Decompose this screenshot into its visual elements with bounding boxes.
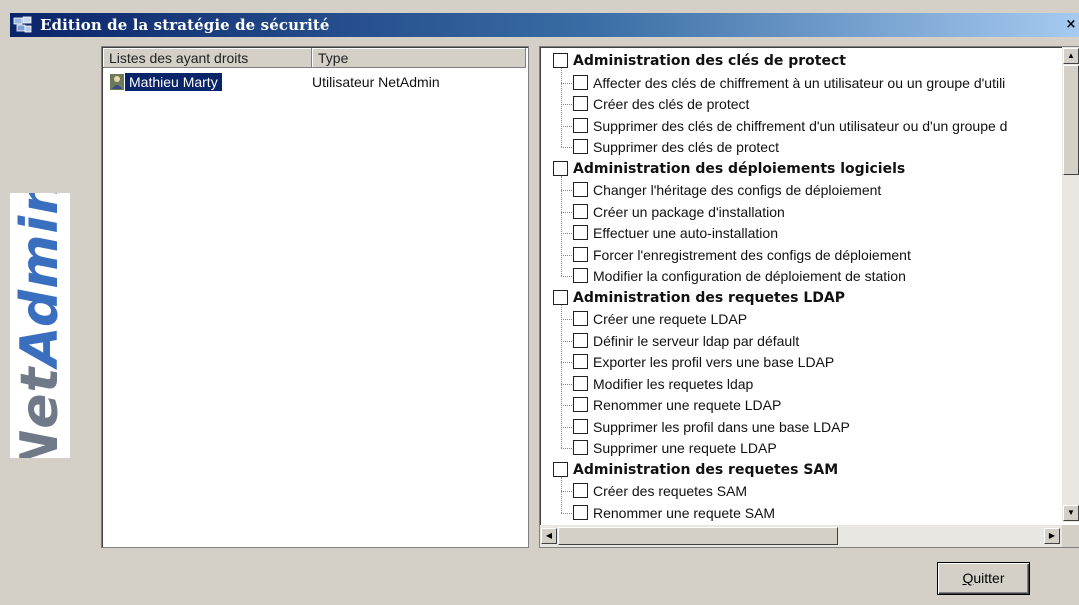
quit-label: uitter xyxy=(973,570,1005,586)
permission-item[interactable]: Changer l'héritage des configs de déploi… xyxy=(540,180,1057,201)
permission-label: Changer l'héritage des configs de déploi… xyxy=(593,182,882,198)
permission-checkbox[interactable] xyxy=(573,504,588,520)
permission-checkbox[interactable] xyxy=(573,182,588,197)
group-checkbox[interactable] xyxy=(553,53,568,68)
permission-label: Définir le serveur ldap par défault xyxy=(593,332,800,349)
permission-checkbox[interactable] xyxy=(573,332,588,348)
permission-label: Exporter les profil vers une base LDAP xyxy=(593,354,835,370)
permission-checkbox[interactable] xyxy=(573,246,588,262)
permission-label: Renommer une requete LDAP xyxy=(593,397,782,413)
permission-item[interactable]: Effectuer une auto-installation xyxy=(540,223,1057,244)
column-header-rights[interactable]: Listes des ayant droits xyxy=(103,48,312,68)
logo-net: Net xyxy=(10,366,70,458)
tree-connector xyxy=(561,68,562,147)
permission-label: Affecter des clés de chiffrement à un ut… xyxy=(593,74,1006,91)
tree-content: Administration des clés de protect Affect… xyxy=(540,47,1057,522)
permission-checkbox[interactable] xyxy=(573,74,588,90)
permissions-tree[interactable]: Administration des clés de protect Affect… xyxy=(539,46,1079,548)
scroll-left-arrow-icon[interactable]: ◀ xyxy=(541,528,557,544)
column-header-type[interactable]: Type xyxy=(312,48,526,68)
group-checkbox[interactable] xyxy=(553,160,568,176)
permission-label: Effectuer une auto-installation xyxy=(593,225,778,241)
app-icon xyxy=(13,16,32,33)
permission-checkbox[interactable] xyxy=(573,203,588,219)
title-bar[interactable]: Edition de la stratégie de sécurité × xyxy=(10,13,1079,37)
permission-item[interactable]: Exporter les profil vers une base LDAP xyxy=(540,352,1057,373)
permission-item[interactable]: Supprimer une requete LDAP xyxy=(540,438,1057,459)
group-checkbox[interactable] xyxy=(553,289,568,305)
permission-checkbox[interactable] xyxy=(573,117,588,133)
close-button[interactable]: × xyxy=(1063,17,1079,33)
permission-checkbox[interactable] xyxy=(573,268,588,283)
permission-label: Supprimer des clés de protect xyxy=(593,139,779,155)
group-label: Administration des requetes SAM xyxy=(573,461,839,478)
permission-group[interactable]: Administration des clés de protect xyxy=(540,51,1057,72)
quit-button[interactable]: Quitter xyxy=(937,562,1030,595)
permission-item[interactable]: Supprimer les profil dans une base LDAP xyxy=(540,417,1057,438)
permission-item[interactable]: Définir le serveur ldap par défault xyxy=(540,331,1057,352)
permission-item[interactable]: Renommer une requete LDAP xyxy=(540,395,1057,416)
group-checkbox[interactable] xyxy=(553,461,568,477)
permission-label: Renommer une requete SAM xyxy=(593,504,776,521)
permission-item[interactable]: Créer des requetes SAM xyxy=(540,481,1057,502)
rights-list[interactable]: Listes des ayant droits Type Mathieu Mar… xyxy=(101,46,529,548)
permission-label: Supprimer une requete LDAP xyxy=(593,440,777,456)
permission-checkbox[interactable] xyxy=(573,397,588,412)
permission-checkbox[interactable] xyxy=(573,225,588,240)
scroll-up-arrow-icon[interactable]: ▲ xyxy=(1063,48,1079,64)
list-item[interactable]: Mathieu Marty Utilisateur NetAdmin xyxy=(108,73,518,91)
horizontal-scrollbar[interactable]: ◀ ▶ xyxy=(540,525,1079,547)
permission-label: Supprimer des clés de chiffrement d'un u… xyxy=(593,117,1008,134)
tree-connector xyxy=(561,476,562,513)
vertical-scrollbar[interactable]: ▲ ▼ xyxy=(1062,47,1079,522)
permission-checkbox[interactable] xyxy=(573,375,588,391)
permission-group[interactable]: Administration des déploiements logiciel… xyxy=(540,159,1057,180)
permission-checkbox[interactable] xyxy=(573,483,588,498)
permission-item[interactable]: Affecter des clés de chiffrement à un ut… xyxy=(540,73,1057,94)
horizontal-scroll-thumb[interactable] xyxy=(558,527,838,545)
permission-label: Supprimer les profil dans une base LDAP xyxy=(593,418,850,435)
permission-checkbox[interactable] xyxy=(573,139,588,154)
permission-label: Créer des clés de protect xyxy=(593,96,750,112)
permission-item[interactable]: Supprimer des clés de chiffrement d'un u… xyxy=(540,116,1057,137)
permission-label: Modifier les requetes ldap xyxy=(593,375,754,392)
group-label: Administration des clés de protect xyxy=(573,53,846,69)
permission-label: Créer une requete LDAP xyxy=(593,311,748,327)
permission-item[interactable]: Créer un package d'installation xyxy=(540,202,1057,223)
permission-checkbox[interactable] xyxy=(573,418,588,434)
tree-connector xyxy=(561,175,562,276)
quit-accel-key: Q xyxy=(962,570,974,586)
permission-group[interactable]: Administration des requetes SAM xyxy=(540,460,1057,481)
group-label: Administration des requetes LDAP xyxy=(573,289,845,306)
permission-item[interactable]: Créer une requete LDAP xyxy=(540,309,1057,330)
logo-text: NetAdmin xyxy=(10,193,70,458)
window-title: Edition de la stratégie de sécurité xyxy=(40,16,330,34)
permission-label: Modifier la configuration de déploiement… xyxy=(593,268,906,284)
tree-connector xyxy=(561,304,562,448)
permission-label: Créer des requetes SAM xyxy=(593,483,748,499)
permission-checkbox[interactable] xyxy=(573,311,588,326)
scroll-down-arrow-icon[interactable]: ▼ xyxy=(1063,505,1079,521)
permission-item[interactable]: Modifier les requetes ldap xyxy=(540,374,1057,395)
netadmin-logo: NetAdmin xyxy=(10,193,70,458)
permission-group[interactable]: Administration des requetes LDAP xyxy=(540,288,1057,309)
permission-item[interactable]: Modifier la configuration de déploiement… xyxy=(540,266,1057,287)
permission-item[interactable]: Supprimer des clés de protect xyxy=(540,137,1057,158)
permission-label: Créer un package d'installation xyxy=(593,203,785,220)
scrollbar-corner xyxy=(1062,525,1079,547)
user-name[interactable]: Mathieu Marty xyxy=(125,73,222,91)
user-icon xyxy=(110,74,124,90)
scroll-right-arrow-icon[interactable]: ▶ xyxy=(1044,528,1060,544)
permission-item[interactable]: Renommer une requete SAM xyxy=(540,503,1057,523)
user-type: Utilisateur NetAdmin xyxy=(312,74,440,90)
permission-checkbox[interactable] xyxy=(573,354,588,369)
group-label: Administration des déploiements logiciel… xyxy=(573,160,906,177)
permission-checkbox[interactable] xyxy=(573,96,588,111)
permission-label: Forcer l'enregistrement des configs de d… xyxy=(593,246,911,263)
logo-admin: Admin xyxy=(10,193,70,367)
permission-checkbox[interactable] xyxy=(573,440,588,455)
permission-item[interactable]: Forcer l'enregistrement des configs de d… xyxy=(540,245,1057,266)
permission-item[interactable]: Créer des clés de protect xyxy=(540,94,1057,115)
vertical-scroll-thumb[interactable] xyxy=(1063,65,1079,175)
